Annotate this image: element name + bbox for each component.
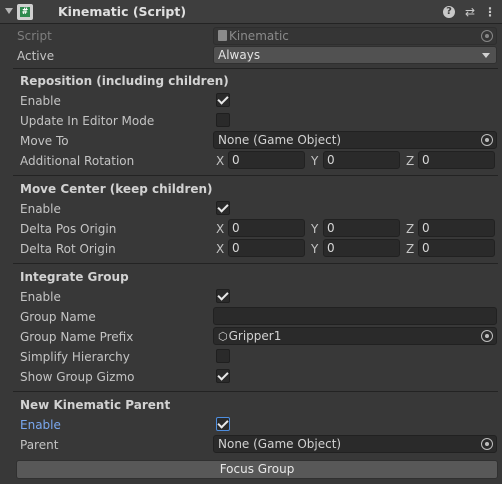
new-kinematic-parent-title: New Kinematic Parent	[20, 398, 171, 412]
rotation-z-input[interactable]: 0	[418, 151, 495, 169]
group-prefix-value: Gripper1	[228, 329, 282, 343]
rotation-y-input[interactable]: 0	[323, 151, 400, 169]
z-axis-label: Z	[406, 154, 415, 168]
object-picker-icon[interactable]	[481, 438, 493, 450]
presets-icon[interactable]: ⇄	[463, 5, 477, 19]
active-label: Active	[17, 49, 55, 63]
script-icon-glyph: #	[20, 7, 30, 17]
active-value: Always	[218, 48, 261, 62]
z-axis-label: Z	[406, 222, 415, 236]
parent-field[interactable]: None (Game Object)	[213, 435, 497, 453]
group-name-input[interactable]	[213, 307, 497, 325]
context-menu-icon[interactable]: ⋮	[483, 5, 497, 19]
component-title: Kinematic (Script)	[58, 4, 187, 19]
show-group-gizmo-label: Show Group Gizmo	[20, 370, 135, 384]
group-name-prefix-field[interactable]: ⬡Gripper1	[213, 327, 497, 345]
move-center-title: Move Center (keep children)	[20, 182, 213, 196]
x-axis-label: X	[216, 154, 225, 168]
update-editor-checkbox[interactable]	[216, 113, 230, 127]
move-to-label: Move To	[20, 134, 69, 148]
integrate-enable-checkbox[interactable]	[216, 289, 230, 303]
y-axis-label: Y	[311, 242, 319, 256]
reposition-enable-label: Enable	[20, 94, 61, 108]
script-component-icon: #	[17, 4, 33, 20]
pos-origin-x-input[interactable]: 0	[228, 219, 305, 237]
rot-origin-y-input[interactable]: 0	[323, 239, 400, 257]
rot-origin-z-input[interactable]: 0	[418, 239, 495, 257]
integrate-group-title: Integrate Group	[20, 270, 129, 284]
parent-enable-checkbox[interactable]	[216, 417, 230, 431]
help-icon[interactable]: ?	[443, 6, 455, 18]
move-to-field[interactable]: None (Game Object)	[213, 131, 497, 149]
simplify-hierarchy-checkbox[interactable]	[216, 349, 230, 363]
x-axis-label: X	[216, 222, 225, 236]
section-divider	[13, 263, 498, 264]
update-editor-label: Update In Editor Mode	[20, 114, 155, 128]
parent-value: None (Game Object)	[218, 437, 342, 451]
y-axis-label: Y	[311, 154, 319, 168]
group-name-label: Group Name	[20, 310, 96, 324]
rotation-x-input[interactable]: 0	[228, 151, 305, 169]
section-divider	[13, 68, 498, 69]
chevron-down-icon	[482, 53, 490, 58]
object-picker-icon[interactable]	[481, 330, 493, 342]
additional-rotation-label: Additional Rotation	[20, 154, 135, 168]
object-picker-icon[interactable]	[481, 134, 493, 146]
reposition-enable-checkbox[interactable]	[216, 93, 230, 107]
focus-group-button[interactable]: Focus Group	[16, 460, 498, 479]
script-file-icon	[218, 30, 227, 41]
script-value: Kinematic	[229, 29, 289, 43]
y-axis-label: Y	[311, 222, 319, 236]
pos-origin-y-input[interactable]: 0	[323, 219, 400, 237]
parent-enable-label: Enable	[20, 418, 61, 432]
rot-origin-x-input[interactable]: 0	[228, 239, 305, 257]
active-dropdown[interactable]: Always	[213, 46, 497, 64]
move-center-enable-label: Enable	[20, 202, 61, 216]
script-label: Script	[17, 29, 52, 43]
parent-label: Parent	[20, 438, 59, 452]
component-header: # Kinematic (Script) ? ⇄ ⋮	[0, 0, 502, 24]
z-axis-label: Z	[406, 242, 415, 256]
group-name-prefix-label: Group Name Prefix	[20, 330, 134, 344]
delta-pos-origin-label: Delta Pos Origin	[20, 222, 117, 236]
show-group-gizmo-checkbox[interactable]	[216, 369, 230, 383]
object-picker-icon	[481, 30, 493, 42]
section-divider	[13, 391, 498, 392]
move-center-enable-checkbox[interactable]	[216, 201, 230, 215]
section-divider	[13, 175, 498, 176]
integrate-enable-label: Enable	[20, 290, 61, 304]
foldout-arrow-icon[interactable]	[5, 8, 13, 14]
script-field: Kinematic	[213, 27, 497, 45]
move-to-value: None (Game Object)	[218, 133, 342, 147]
pos-origin-z-input[interactable]: 0	[418, 219, 495, 237]
x-axis-label: X	[216, 242, 225, 256]
cube-icon: ⬡	[218, 330, 228, 343]
delta-rot-origin-label: Delta Rot Origin	[20, 242, 116, 256]
simplify-hierarchy-label: Simplify Hierarchy	[20, 350, 130, 364]
reposition-title: Reposition (including children)	[20, 74, 229, 88]
